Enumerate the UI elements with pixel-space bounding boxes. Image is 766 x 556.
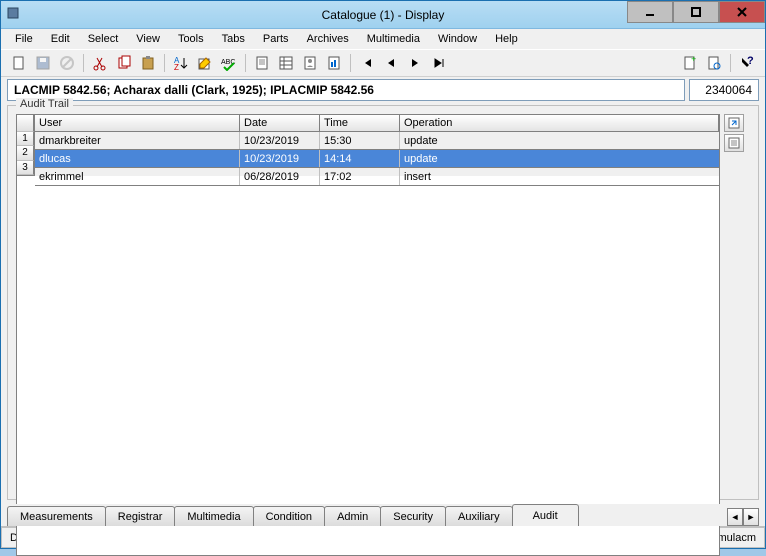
cell-user: dmarkbreiter xyxy=(35,132,240,149)
cell-date: 10/23/2019 xyxy=(240,150,320,167)
row-number[interactable]: 2 xyxy=(17,146,34,160)
copy-icon[interactable] xyxy=(114,53,134,73)
edit-icon[interactable] xyxy=(195,53,215,73)
contact-view-icon[interactable] xyxy=(300,53,320,73)
column-header-operation[interactable]: Operation xyxy=(400,115,719,131)
table-row[interactable]: dlucas 10/23/2019 14:14 update xyxy=(35,150,720,168)
window-titlebar: Catalogue (1) - Display xyxy=(1,1,765,29)
row-header-blank xyxy=(17,115,34,132)
menu-edit[interactable]: Edit xyxy=(43,31,78,47)
menubar: File Edit Select View Tools Tabs Parts A… xyxy=(1,29,765,49)
column-header-time[interactable]: Time xyxy=(320,115,400,131)
column-header-date[interactable]: Date xyxy=(240,115,320,131)
record-id: 2340064 xyxy=(689,79,759,101)
next-record-icon[interactable] xyxy=(405,53,425,73)
tab-registrar[interactable]: Registrar xyxy=(105,506,176,526)
app-icon xyxy=(1,6,25,23)
table-empty-area xyxy=(16,176,720,556)
prev-record-icon[interactable] xyxy=(381,53,401,73)
minimize-button[interactable] xyxy=(627,1,673,23)
list-view-icon[interactable] xyxy=(276,53,296,73)
maximize-button[interactable] xyxy=(673,1,719,23)
menu-tabs[interactable]: Tabs xyxy=(214,31,253,47)
tab-scroll-left-icon[interactable]: ◄ xyxy=(727,508,743,526)
tab-strip: Measurements Registrar Multimedia Condit… xyxy=(7,504,759,526)
menu-multimedia[interactable]: Multimedia xyxy=(359,31,428,47)
menu-view[interactable]: View xyxy=(128,31,168,47)
fieldset-legend: Audit Trail xyxy=(16,98,73,110)
svg-text:?: ? xyxy=(747,55,754,67)
menu-file[interactable]: File xyxy=(7,31,41,47)
cell-date: 10/23/2019 xyxy=(240,132,320,149)
tab-scroll-right-icon[interactable]: ► xyxy=(743,508,759,526)
save-icon xyxy=(33,53,53,73)
record-label: LACMIP 5842.56; Acharax dalli (Clark, 19… xyxy=(7,79,685,101)
tab-measurements[interactable]: Measurements xyxy=(7,506,106,526)
menu-help[interactable]: Help xyxy=(487,31,526,47)
row-number[interactable]: 3 xyxy=(17,161,34,175)
column-header-user[interactable]: User xyxy=(35,115,240,131)
attach-view-icon[interactable] xyxy=(704,53,724,73)
detail-popup-icon[interactable] xyxy=(724,114,744,132)
cell-operation: update xyxy=(400,150,719,167)
tab-audit[interactable]: Audit xyxy=(512,504,579,526)
tab-condition[interactable]: Condition xyxy=(253,506,325,526)
tab-security[interactable]: Security xyxy=(380,506,446,526)
cell-time: 14:14 xyxy=(320,150,400,167)
cell-user: dlucas xyxy=(35,150,240,167)
menu-select[interactable]: Select xyxy=(80,31,127,47)
svg-text:+: + xyxy=(691,55,696,64)
cell-operation: insert xyxy=(400,168,719,185)
cell-date: 06/28/2019 xyxy=(240,168,320,185)
sort-icon[interactable]: AZ xyxy=(171,53,191,73)
tab-multimedia[interactable]: Multimedia xyxy=(174,506,253,526)
audit-table: 1 2 3 User Date Time Operation xyxy=(16,114,720,176)
first-record-icon[interactable] xyxy=(357,53,377,73)
menu-parts[interactable]: Parts xyxy=(255,31,297,47)
attach-new-icon[interactable]: + xyxy=(680,53,700,73)
cell-time: 15:30 xyxy=(320,132,400,149)
toolbar: AZ ABC + ? xyxy=(1,49,765,77)
row-number[interactable]: 1 xyxy=(17,132,34,146)
page-view-icon[interactable] xyxy=(252,53,272,73)
paste-icon[interactable] xyxy=(138,53,158,73)
tab-auxiliary[interactable]: Auxiliary xyxy=(445,506,513,526)
cancel-icon xyxy=(57,53,77,73)
new-icon[interactable] xyxy=(9,53,29,73)
menu-archives[interactable]: Archives xyxy=(299,31,357,47)
detail-list-icon[interactable] xyxy=(724,134,744,152)
last-record-icon[interactable] xyxy=(429,53,449,73)
menu-tools[interactable]: Tools xyxy=(170,31,212,47)
context-help-icon[interactable]: ? xyxy=(737,53,757,73)
svg-text:Z: Z xyxy=(174,63,179,71)
table-row[interactable]: ekrimmel 06/28/2019 17:02 insert xyxy=(35,168,720,186)
cut-icon[interactable] xyxy=(90,53,110,73)
cell-user: ekrimmel xyxy=(35,168,240,185)
tab-admin[interactable]: Admin xyxy=(324,506,381,526)
report-view-icon[interactable] xyxy=(324,53,344,73)
table-row[interactable]: dmarkbreiter 10/23/2019 15:30 update xyxy=(35,132,720,150)
close-button[interactable] xyxy=(719,1,765,23)
menu-window[interactable]: Window xyxy=(430,31,485,47)
cell-operation: update xyxy=(400,132,719,149)
cell-time: 17:02 xyxy=(320,168,400,185)
audit-trail-panel: Audit Trail 1 2 3 xyxy=(7,105,759,500)
spellcheck-icon[interactable]: ABC xyxy=(219,53,239,73)
